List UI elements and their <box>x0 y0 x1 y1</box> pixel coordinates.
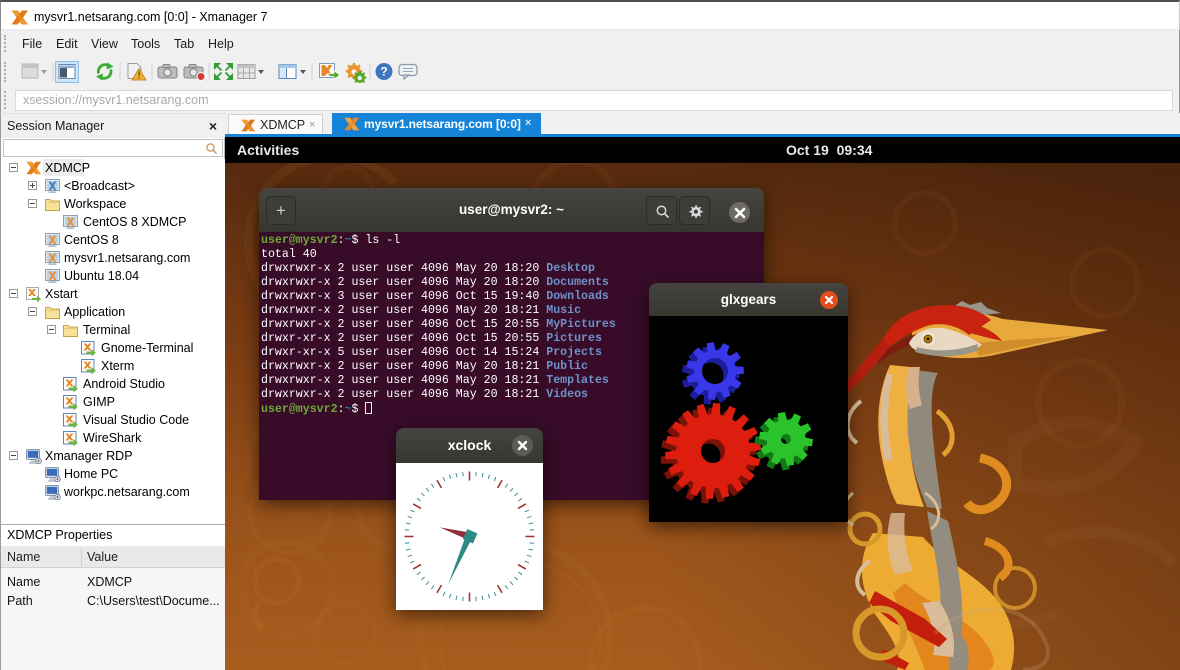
svg-text:?: ? <box>380 65 387 79</box>
